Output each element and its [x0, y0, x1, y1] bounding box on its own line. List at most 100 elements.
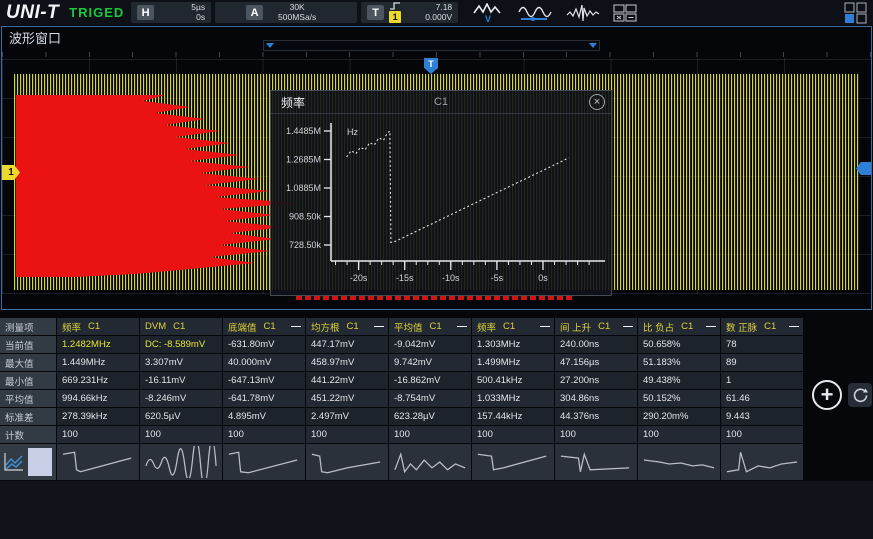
trend-mode-cell[interactable] [0, 444, 56, 480]
measure-column-header[interactable]: 间 上升C1— [555, 318, 637, 335]
measure-value: 290.20m% [638, 408, 720, 425]
acquire-key[interactable]: A [246, 5, 263, 20]
measure-value: 994.66kHz [57, 390, 139, 407]
row-label-column: 测量项 当前值最大值最小值平均值标准差计数 [0, 318, 56, 480]
measure-value: 1.449MHz [57, 354, 139, 371]
acquire-settings-group[interactable]: A 30K 500MSa/s [215, 2, 357, 23]
measure-source: C1 [430, 321, 442, 332]
display-split-icon[interactable] [844, 2, 867, 24]
trend-sparkline[interactable] [140, 444, 222, 480]
remove-measure-button[interactable]: — [291, 321, 301, 332]
scroll-left-handle-icon[interactable] [266, 43, 274, 48]
trend-sparkline[interactable] [721, 444, 803, 480]
frequency-trend-popup[interactable]: 频率 C1 × 1.4485M1.2685M1.0885M908.50k728.… [270, 90, 612, 296]
top-status-bar: UNI-T TRIGED H 5µs 0s A 30K 500MSa/s T 1… [0, 0, 873, 25]
x-tick-label: -5s [491, 273, 504, 283]
y-tick-label: 1.2685M [286, 155, 321, 165]
measure-value: 1.499MHz [472, 354, 554, 371]
y-tick-label: 1.0885M [286, 183, 321, 193]
measure-column-8: 数 正脉C1—7889161.469.443100 [721, 318, 803, 480]
measure-value: 3.307mV [140, 354, 222, 371]
measure-column-header[interactable]: DVMC1 [140, 318, 222, 335]
frequency-trend-chart: 1.4485M1.2685M1.0885M908.50k728.50k-20s-… [271, 115, 613, 295]
remove-measure-button[interactable]: — [706, 321, 716, 332]
remove-measure-button[interactable]: — [623, 321, 633, 332]
measure-value: 51.183% [638, 354, 720, 371]
measure-column-header[interactable]: 频率C1 [57, 318, 139, 335]
measure-source: C1 [173, 321, 185, 332]
trend-sparkline[interactable] [57, 444, 139, 480]
measure-value: -631.80mV [223, 336, 305, 353]
horizontal-key[interactable]: H [137, 5, 154, 20]
measure-column-header[interactable]: 均方根C1— [306, 318, 388, 335]
measure-column-header[interactable]: 数 正脉C1— [721, 318, 803, 335]
reset-statistics-icon[interactable] [848, 383, 872, 407]
frequency-trend-line [347, 131, 569, 242]
remove-measure-button[interactable]: — [457, 321, 467, 332]
measure-value: 4.895mV [223, 408, 305, 425]
horizontal-settings-group[interactable]: H 5µs 0s [131, 2, 211, 23]
measure-value: 27.200ns [555, 372, 637, 389]
measure-name: 均方根 [311, 320, 340, 334]
trend-sparkline[interactable] [389, 444, 471, 480]
noise-waveform-icon[interactable] [566, 3, 600, 23]
measure-value: 623.28µV [389, 408, 471, 425]
measure-value: 100 [555, 426, 637, 443]
measure-value: 451.22mV [306, 390, 388, 407]
trend-sparkline[interactable] [638, 444, 720, 480]
measure-value: 50.152% [638, 390, 720, 407]
measure-column-header[interactable]: 底端值C1— [223, 318, 305, 335]
row-label-2: 最小值 [0, 372, 56, 389]
measure-value: 304.86ns [555, 390, 637, 407]
measure-value: 500.41kHz [472, 372, 554, 389]
svg-text:V: V [485, 14, 491, 23]
measure-value: 2.497mV [306, 408, 388, 425]
brand-logo: UNI-T [0, 2, 65, 24]
measure-column-header[interactable]: 频率C1— [472, 318, 554, 335]
measure-source: C1 [681, 321, 693, 332]
trend-sparkline[interactable] [306, 444, 388, 480]
measure-column-header[interactable]: 比 负占 C1 — [638, 318, 720, 335]
trigger-source-badge[interactable]: 1 [389, 11, 401, 23]
measure-name: 平均值 [394, 320, 423, 334]
measure-name: 频率 [477, 320, 496, 334]
rising-edge-icon [390, 2, 401, 10]
trend-sparkline[interactable] [555, 444, 637, 480]
remove-measure-button[interactable]: — [789, 321, 799, 332]
trigger-key[interactable]: T [367, 5, 384, 20]
measure-source: C1 [598, 321, 610, 332]
measure-value: 89 [721, 354, 803, 371]
measure-source: C1 [88, 321, 100, 332]
scroll-right-handle-icon[interactable] [589, 43, 597, 48]
measure-source: C1 [264, 321, 276, 332]
calc-grid-icon[interactable] [613, 4, 637, 22]
measure-column-7: 比 负占C1—50.658%51.183%49.438%50.152%290.2… [638, 318, 720, 480]
measure-value: 100 [389, 426, 471, 443]
measure-value: 100 [472, 426, 554, 443]
row-label-4: 标准差 [0, 408, 56, 425]
popup-source-label: C1 [271, 96, 611, 108]
trend-sparkline[interactable] [472, 444, 554, 480]
row-label-0: 当前值 [0, 336, 56, 353]
spectrum-fft-icon[interactable]: V [472, 3, 504, 23]
measure-column-2: 底端值C1—-631.80mV40.000mV-647.13mV-641.78m… [223, 318, 305, 480]
close-icon[interactable]: × [589, 94, 605, 110]
horizontal-offset-value: 0s [159, 13, 205, 23]
trigger-settings-group[interactable]: T 1 7.18 0.000V [361, 2, 458, 23]
remove-measure-button[interactable]: — [374, 321, 384, 332]
x-tick-label: 0s [538, 273, 548, 283]
measure-value: -647.13mV [223, 372, 305, 389]
trend-selected-indicator[interactable] [28, 448, 52, 476]
table-corner-label: 测量项 [0, 318, 56, 335]
popup-header[interactable]: 频率 C1 × [271, 91, 611, 114]
sine-wave-icon[interactable] [517, 3, 553, 23]
measure-value: 278.39kHz [57, 408, 139, 425]
horizontal-scroll-bar[interactable] [263, 40, 600, 51]
remove-measure-button[interactable]: — [540, 321, 550, 332]
measure-value: 61.46 [721, 390, 803, 407]
measure-name: 比 负占 [643, 320, 674, 334]
measure-value: 100 [140, 426, 222, 443]
add-measure-icon[interactable]: + [812, 380, 842, 410]
trend-sparkline[interactable] [223, 444, 305, 480]
measure-column-header[interactable]: 平均值 C1 — [389, 318, 471, 335]
